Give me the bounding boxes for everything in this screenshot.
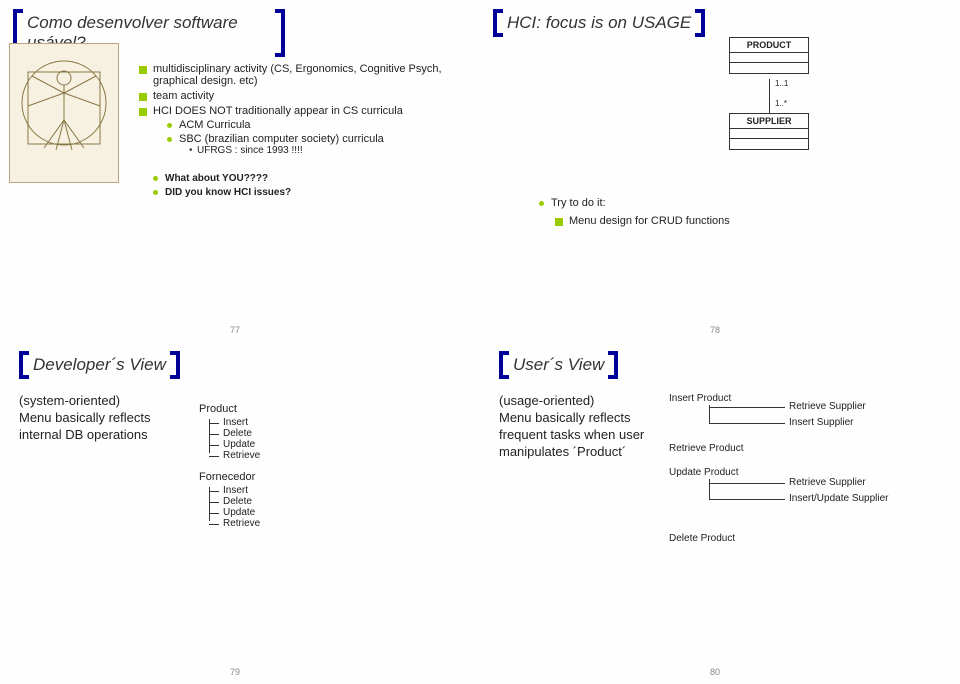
bullet-item: Menu design for CRUD functions — [555, 215, 941, 227]
bullet-text: DID you know HCI issues? — [165, 187, 291, 198]
page-number: 78 — [710, 325, 720, 335]
tree-node: Retrieve — [209, 450, 260, 461]
uml-class-name: SUPPLIER — [730, 114, 808, 129]
tree-node: Update Product — [669, 467, 739, 478]
bullet-text: multidisciplinary activity (CS, Ergonomi… — [153, 63, 442, 87]
uml-product-box: PRODUCT — [729, 37, 809, 74]
bullet-item: team activity — [139, 90, 461, 102]
vitruvian-icon — [14, 48, 114, 178]
tree-line — [709, 479, 710, 499]
uml-supplier-box: SUPPLIER — [729, 113, 809, 150]
title-wrap: Developer´s View — [25, 355, 174, 375]
bullet-item: DID you know HCI issues? — [153, 186, 461, 198]
slide-2: HCI: focus is on USAGE PRODUCT 1..1 1..*… — [480, 0, 960, 342]
bullet-item: HCI DOES NOT traditionally appear in CS … — [139, 105, 461, 156]
tree-node: Delete — [209, 428, 260, 439]
menu-tree: Insert Product Retrieve Supplier Insert … — [669, 393, 929, 573]
uml-cardinality: 1..* — [775, 99, 787, 108]
tree-root: Fornecedor — [199, 471, 260, 483]
tree-node: Retrieve Supplier — [789, 477, 866, 488]
page-number: 77 — [230, 325, 240, 335]
tree-line — [709, 483, 785, 484]
bullet-item: Try to do it: Menu design for CRUD funct… — [539, 197, 941, 227]
page-number: 79 — [230, 667, 240, 677]
tree-line — [709, 407, 785, 408]
bracket-left — [493, 9, 503, 37]
bullet-item: multidisciplinary activity (CS, Ergonomi… — [139, 63, 461, 87]
tree-node: Insert Supplier — [789, 417, 853, 428]
bullet-item: UFRGS : since 1993 !!!! — [189, 145, 461, 156]
bullet-text: What about YOU???? — [165, 173, 268, 184]
tree-node: Insert/Update Supplier — [789, 493, 889, 504]
tree-line — [709, 423, 785, 424]
bullet-text: team activity — [153, 90, 214, 102]
bullet-item: What about YOU???? — [153, 172, 461, 184]
slide-3: Developer´s View (system-oriented) Menu … — [0, 342, 480, 684]
bullet-text: Try to do it: — [551, 197, 606, 209]
bullet-text: HCI DOES NOT traditionally appear in CS … — [153, 105, 403, 117]
bullet-list: multidisciplinary activity (CS, Ergonomi… — [139, 63, 461, 156]
menu-tree: Product Insert Delete Update Retrieve Fo… — [199, 403, 260, 529]
title-wrap: User´s View — [505, 355, 612, 375]
tree-node: Update — [209, 507, 260, 518]
uml-association-line — [769, 79, 770, 113]
bullet-text: UFRGS : since 1993 !!!! — [197, 145, 303, 156]
bracket-left — [19, 351, 29, 379]
description-text: (system-oriented) Menu basically reflect… — [19, 393, 189, 444]
bullet-text: SBC (brazilian computer society) curricu… — [179, 133, 384, 145]
page-number: 80 — [710, 667, 720, 677]
tree-node: Retrieve Product — [669, 443, 743, 454]
bracket-right — [275, 9, 285, 57]
bullet-text: ACM Curricula — [179, 119, 251, 131]
slide-title: Developer´s View — [25, 355, 174, 375]
tree-node: Insert — [209, 485, 260, 496]
uml-diagram: PRODUCT 1..1 1..* SUPPLIER — [729, 37, 941, 187]
slide-4: User´s View (usage-oriented) Menu basica… — [480, 342, 960, 684]
uml-cardinality: 1..1 — [775, 79, 788, 88]
bracket-right — [695, 9, 705, 37]
uml-class-name: PRODUCT — [730, 38, 808, 53]
slide-1: Como desenvolver software usável? multid… — [0, 0, 480, 342]
tree-node: Insert Product — [669, 393, 731, 404]
bullet-text: Menu design for CRUD functions — [569, 215, 730, 227]
tree-node: Delete — [209, 496, 260, 507]
bracket-right — [170, 351, 180, 379]
bracket-right — [608, 351, 618, 379]
slide-title: HCI: focus is on USAGE — [499, 13, 699, 33]
vitruvian-image — [9, 43, 119, 183]
tree-node: Retrieve Supplier — [789, 401, 866, 412]
tree-node: Insert — [209, 417, 260, 428]
description-text: (usage-oriented) Menu basically reflects… — [499, 393, 659, 461]
tree-node: Update — [209, 439, 260, 450]
tree-node: Retrieve — [209, 518, 260, 529]
tree-line — [709, 499, 785, 500]
title-wrap: HCI: focus is on USAGE — [499, 13, 699, 33]
try-list: Try to do it: Menu design for CRUD funct… — [539, 197, 941, 227]
bracket-left — [499, 351, 509, 379]
bullet-item: ACM Curricula — [167, 119, 461, 131]
tree-root: Product — [199, 403, 260, 415]
bullet-item: SBC (brazilian computer society) curricu… — [167, 133, 461, 156]
tree-node: Delete Product — [669, 533, 735, 544]
slide-title: User´s View — [505, 355, 612, 375]
